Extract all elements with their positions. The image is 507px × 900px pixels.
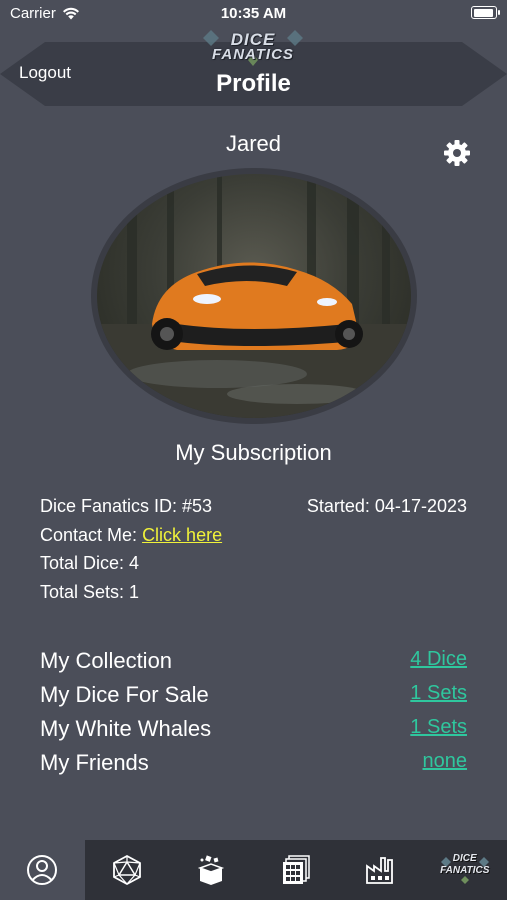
my-white-whales-link[interactable]: 1 Sets xyxy=(410,716,467,739)
my-dice-for-sale-link[interactable]: 1 Sets xyxy=(410,682,467,705)
contact-row: Contact Me: Click here xyxy=(40,525,222,546)
tab-bar: DICE FANATICS xyxy=(0,840,507,900)
profile-icon xyxy=(27,855,58,885)
tab-factory[interactable] xyxy=(338,840,423,900)
dice-fanatics-id: Dice Fanatics ID: #53 xyxy=(40,496,213,516)
logo-text-line2: FANATICS xyxy=(212,46,294,63)
username: Jared xyxy=(225,131,282,156)
tab-logo-line2: FANATICS xyxy=(440,865,490,876)
page-title: Profile xyxy=(216,70,291,97)
d20-dice-icon xyxy=(112,854,141,886)
my-friends-link[interactable]: none xyxy=(423,750,468,773)
tab-logo-line1: DICE xyxy=(452,853,477,864)
tab-sets[interactable] xyxy=(254,840,339,900)
total-dice: Total Dice: 4 xyxy=(40,553,140,573)
factory-icon xyxy=(366,857,394,884)
my-collection-link[interactable]: 4 Dice xyxy=(410,648,467,671)
gear-icon[interactable] xyxy=(443,139,471,167)
tab-dice[interactable] xyxy=(85,840,170,900)
contact-link[interactable]: Click here xyxy=(142,525,222,545)
my-collection-label: My Collection xyxy=(40,648,173,673)
dice-fanatics-logo: DICE FANATICS xyxy=(193,24,313,70)
tab-home-logo[interactable]: DICE FANATICS xyxy=(423,840,507,900)
avatar-car-image xyxy=(97,174,411,418)
dice-box-icon xyxy=(198,855,225,885)
battery-icon xyxy=(471,6,500,19)
status-bar: Carrier 10:35 AM xyxy=(0,0,507,26)
profile-avatar[interactable] xyxy=(91,168,417,424)
subscription-title: My Subscription xyxy=(175,440,332,465)
tab-profile[interactable] xyxy=(0,840,85,900)
my-friends-label: My Friends xyxy=(40,750,149,775)
status-time: 10:35 AM xyxy=(220,5,287,22)
my-dice-for-sale-label: My Dice For Sale xyxy=(40,682,209,707)
total-sets: Total Sets: 1 xyxy=(40,582,140,602)
sets-grid-icon xyxy=(282,855,310,884)
contact-label: Contact Me: xyxy=(40,525,138,545)
started-date: Started: 04-17-2023 xyxy=(306,496,467,516)
tab-box[interactable] xyxy=(169,840,254,900)
my-white-whales-label: My White Whales xyxy=(40,716,212,741)
